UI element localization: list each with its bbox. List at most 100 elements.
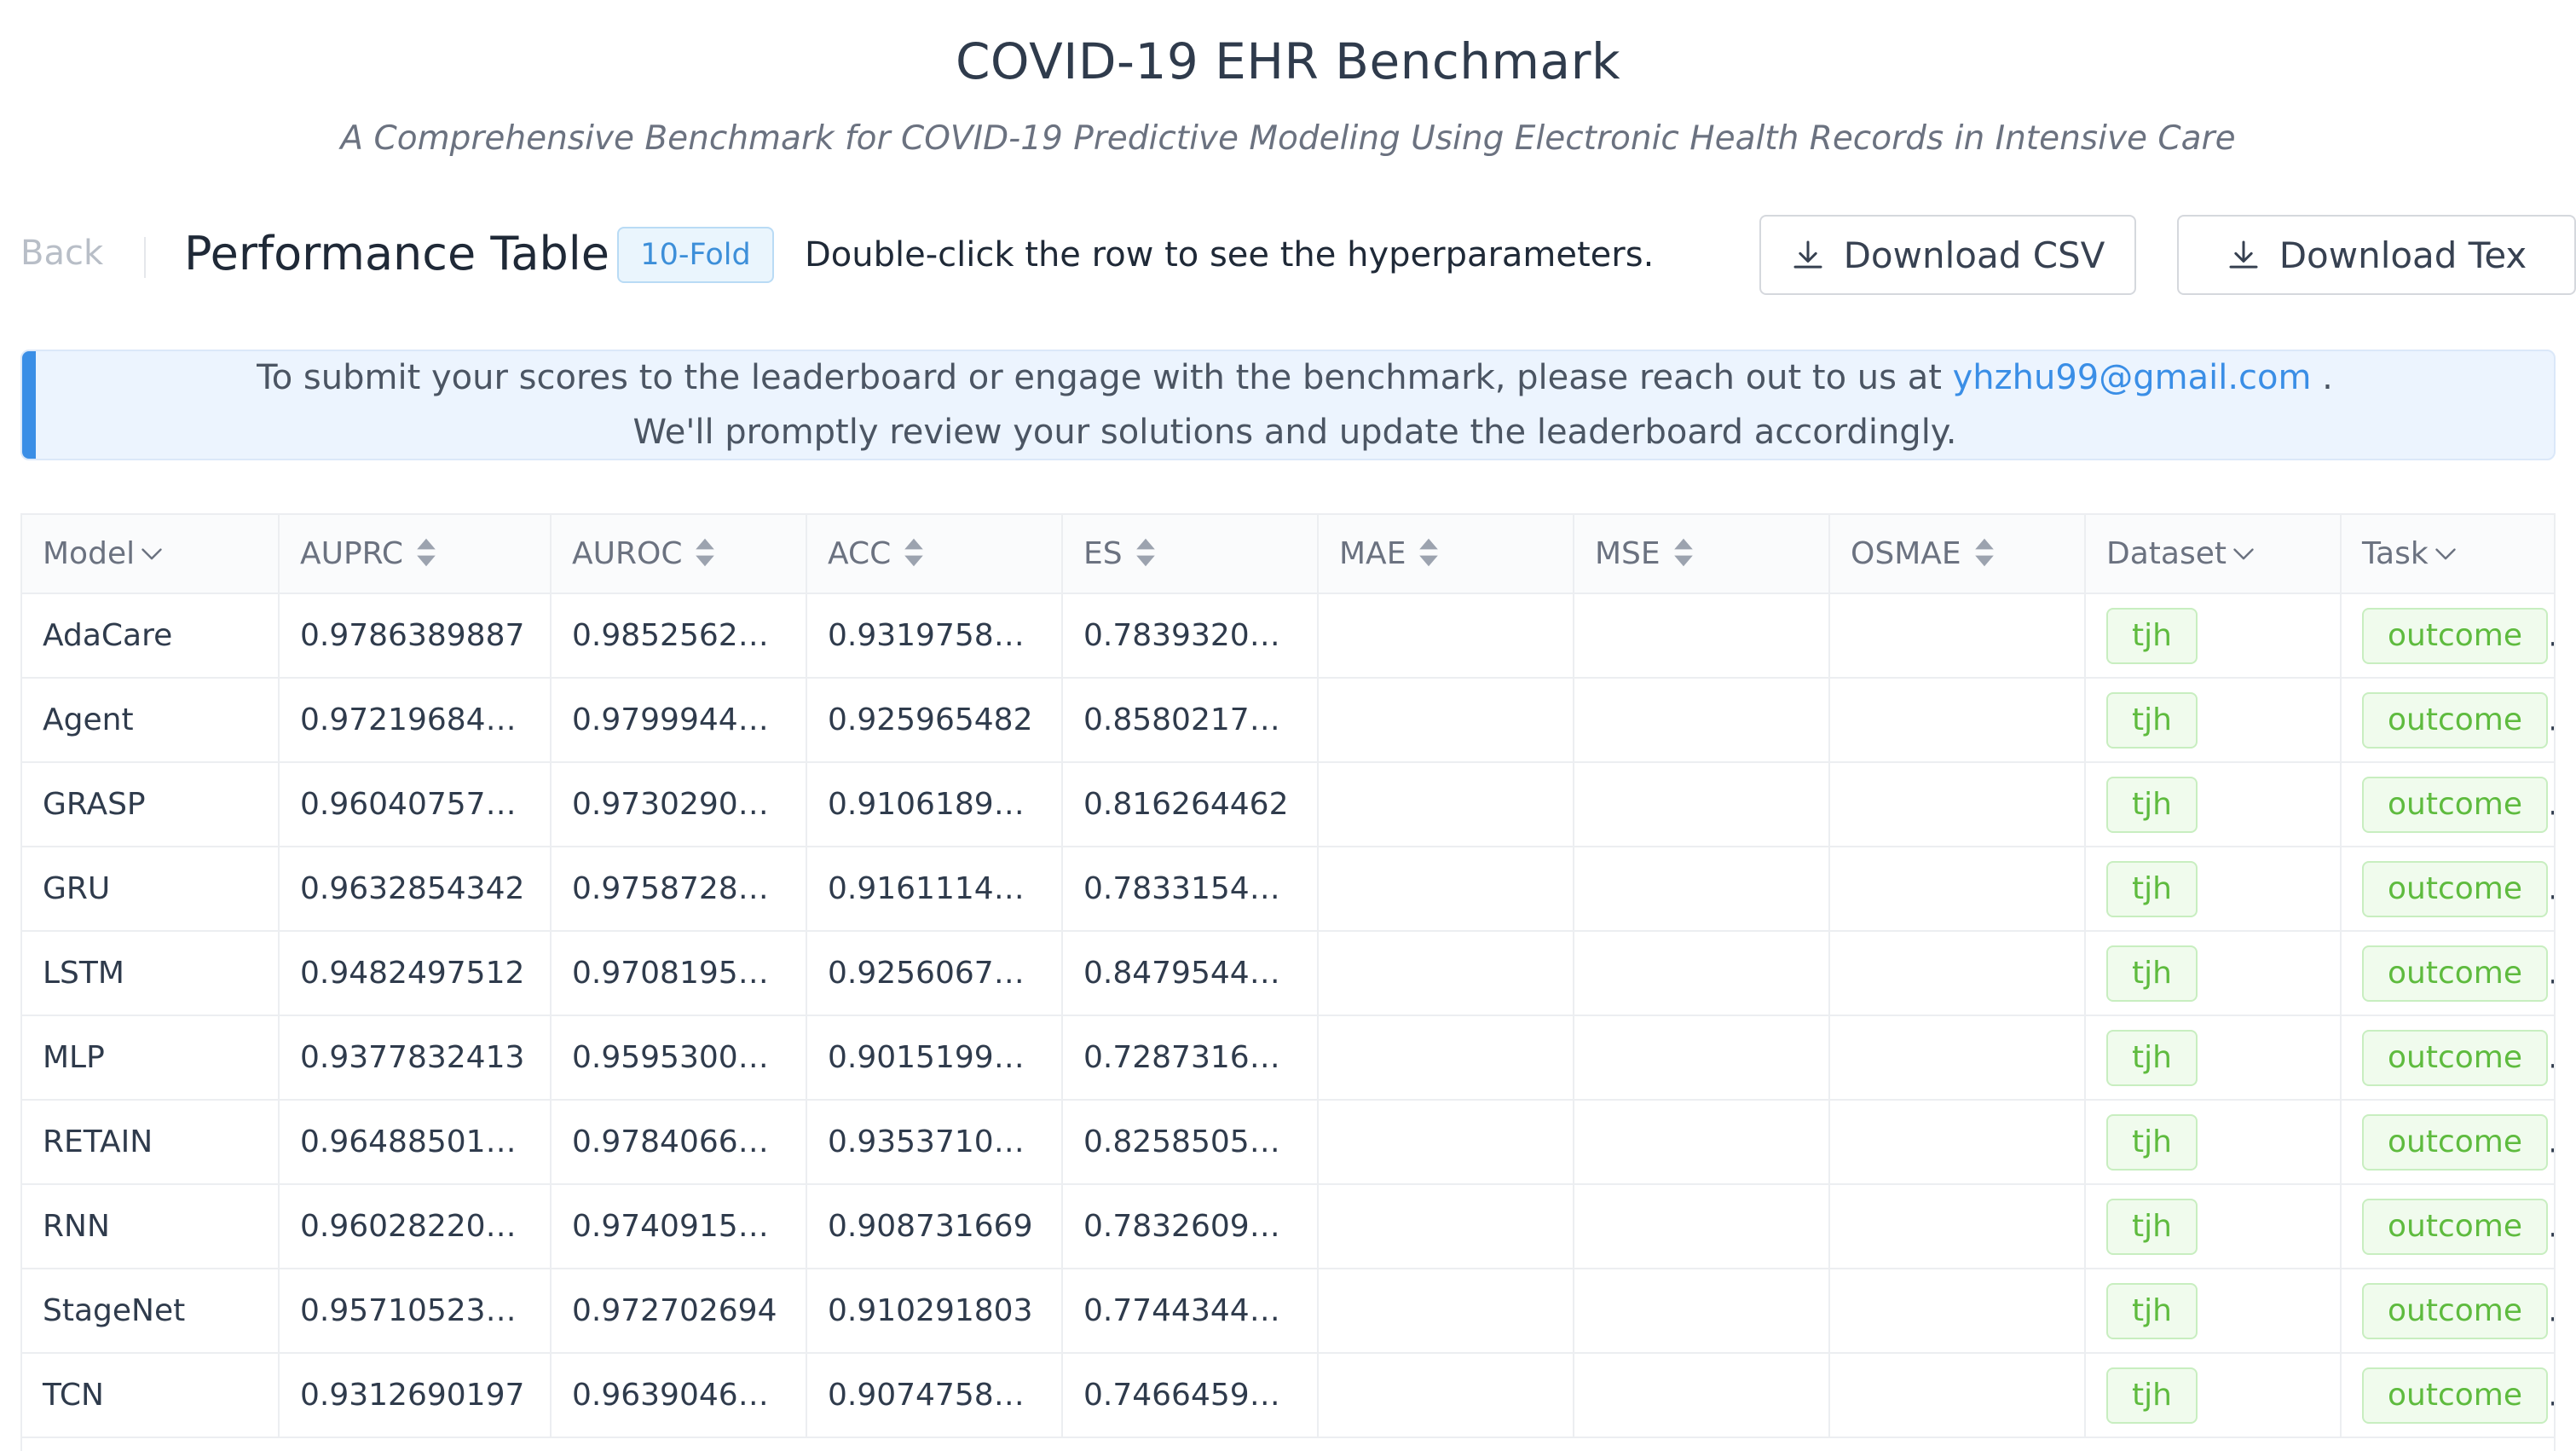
chevron-down-icon[interactable] xyxy=(2434,541,2458,565)
column-header-dataset[interactable]: Dataset xyxy=(2085,515,2342,594)
column-header-osmae[interactable]: OSMAE xyxy=(1829,515,2086,594)
sort-caret-icon[interactable] xyxy=(1418,537,1440,568)
dataset-tag: tjh xyxy=(2106,1113,2198,1171)
cell-model: AdaCare xyxy=(22,593,280,679)
column-header-mse[interactable]: MSE xyxy=(1574,515,1830,594)
cell-acc: 0.907475847... xyxy=(806,1353,1063,1438)
sort-caret-icon[interactable] xyxy=(415,537,437,568)
performance-table-title: Performance Table xyxy=(184,227,609,280)
cell-model: RNN xyxy=(22,1184,280,1269)
table-row[interactable]: MLP 0.9377832413 0.95953007... 0.9015199959… xyxy=(22,1015,2554,1101)
download-tex-button[interactable]: Download Tex xyxy=(2177,215,2576,295)
contact-email-link[interactable]: yhzhu99@gmail.com xyxy=(1953,358,2312,397)
cell-mse xyxy=(1574,593,1830,679)
toolbar-divider xyxy=(144,237,146,278)
notice-accent-bar xyxy=(22,351,36,459)
cell-dataset: tjh xyxy=(2085,1100,2342,1185)
table-row[interactable]: RNN 0.960282206... 0.974091505... 0.9087316… xyxy=(22,1184,2554,1269)
cell-osmae xyxy=(1829,678,2086,763)
cell-osmae xyxy=(1829,1100,2086,1185)
cell-es: 0.816264462 xyxy=(1062,762,1319,847)
cell-acc: 0.908731669 xyxy=(806,1184,1063,1269)
table-row[interactable]: GRU 0.9632854342 0.975872808... 0.916111409… xyxy=(22,847,2554,932)
task-tag: outcome xyxy=(2362,1282,2548,1339)
cell-task: outcome xyxy=(2341,678,2554,763)
page-subtitle: A Comprehensive Benchmark for COVID-19 P… xyxy=(340,119,2236,158)
table-row[interactable]: RETAIN 0.9648850143... 0.978406661... 0.935… xyxy=(22,1100,2554,1185)
cell-mse xyxy=(1574,847,1830,932)
cell-mae xyxy=(1318,847,1574,932)
column-header-label: OSMAE xyxy=(1851,536,1961,571)
table-row[interactable]: AdaCare 0.9786389887 0.98525629... 0.931975… xyxy=(22,593,2554,679)
cell-mae xyxy=(1318,1015,1574,1101)
cell-acc: 0.925965482 xyxy=(806,678,1063,763)
toolbar: Back Performance Table 10-Fold Double-cl… xyxy=(20,213,2576,298)
column-header-mae[interactable]: MAE xyxy=(1318,515,1574,594)
cell-es: 0.8580217808 xyxy=(1062,678,1319,763)
cell-auroc: 0.95953007... xyxy=(551,1015,807,1101)
cell-es: 0.78326098... xyxy=(1062,1184,1319,1269)
cell-model: StageNet xyxy=(22,1269,280,1354)
cell-task: outcome xyxy=(2341,762,2554,847)
cell-model: GRASP xyxy=(22,762,280,847)
download-tex-label: Download Tex xyxy=(2279,234,2527,276)
column-header-task[interactable]: Task xyxy=(2341,515,2554,594)
sort-caret-icon[interactable] xyxy=(694,537,716,568)
cell-dataset: tjh xyxy=(2085,1015,2342,1101)
cell-osmae xyxy=(1829,1269,2086,1354)
submission-notice: To submit your scores to the leaderboard… xyxy=(20,350,2556,460)
table-row[interactable]: GRASP 0.960407572... 0.97302908... 0.910618… xyxy=(22,762,2554,847)
column-header-auroc[interactable]: AUROC xyxy=(551,515,807,594)
cell-auprc: 0.960282206... xyxy=(279,1184,552,1269)
column-header-model[interactable]: Model xyxy=(22,515,280,594)
cell-mse xyxy=(1574,1353,1830,1438)
dataset-tag: tjh xyxy=(2106,691,2198,749)
notice-suffix: . xyxy=(2311,358,2333,397)
sort-caret-icon[interactable] xyxy=(1672,537,1695,568)
sort-caret-icon[interactable] xyxy=(1135,537,1157,568)
sort-caret-icon[interactable] xyxy=(903,537,925,568)
column-header-es[interactable]: ES xyxy=(1062,515,1319,594)
cell-mae xyxy=(1318,931,1574,1016)
notice-text: To submit your scores to the leaderboard… xyxy=(257,358,1942,397)
sort-caret-icon[interactable] xyxy=(1973,537,1996,568)
download-csv-button[interactable]: Download CSV xyxy=(1759,215,2136,295)
table-row[interactable]: Agent 0.9721968413... 0.979994475... 0.9259… xyxy=(22,678,2554,763)
fold-badge: 10-Fold xyxy=(617,227,774,283)
cell-acc: 0.9015199959 xyxy=(806,1015,1063,1101)
cell-osmae xyxy=(1829,1015,2086,1101)
cell-es: 0.847954467... xyxy=(1062,931,1319,1016)
cell-es: 0.7833154328 xyxy=(1062,847,1319,932)
back-link[interactable]: Back xyxy=(20,234,103,273)
dataset-tag: tjh xyxy=(2106,945,2198,1002)
cell-osmae xyxy=(1829,593,2086,679)
task-tag: outcome xyxy=(2362,776,2548,833)
cell-es: 0.7744344511... xyxy=(1062,1269,1319,1354)
cell-task: outcome xyxy=(2341,1015,2554,1101)
column-header-label: Task xyxy=(2362,536,2429,571)
dataset-tag: tjh xyxy=(2106,607,2198,664)
column-header-acc[interactable]: ACC xyxy=(806,515,1063,594)
cell-auprc: 0.9571052372... xyxy=(279,1269,552,1354)
cell-dataset: tjh xyxy=(2085,1184,2342,1269)
cell-model: MLP xyxy=(22,1015,280,1101)
cell-mae xyxy=(1318,762,1574,847)
cell-mse xyxy=(1574,1184,1830,1269)
cell-auprc: 0.9312690197 xyxy=(279,1353,552,1438)
cell-osmae xyxy=(1829,1353,2086,1438)
cell-mse xyxy=(1574,931,1830,1016)
table-row[interactable]: StageNet 0.9571052372... 0.972702694 0.9102… xyxy=(22,1269,2554,1354)
column-header-auprc[interactable]: AUPRC xyxy=(279,515,552,594)
cell-mae xyxy=(1318,593,1574,679)
chevron-down-icon[interactable] xyxy=(140,541,164,565)
page: COVID-19 EHR Benchmark A Comprehensive B… xyxy=(0,0,2576,1451)
cell-dataset: tjh xyxy=(2085,1269,2342,1354)
cell-auroc: 0.975872808... xyxy=(551,847,807,932)
task-tag: outcome xyxy=(2362,1367,2548,1424)
table-row[interactable]: TCN 0.9312690197 0.96390466... 0.907475847.… xyxy=(22,1353,2554,1438)
cell-auroc: 0.979994475... xyxy=(551,678,807,763)
cell-model: LSTM xyxy=(22,931,280,1016)
chevron-down-icon[interactable] xyxy=(2232,541,2255,565)
table-row[interactable]: LSTM 0.9482497512 0.970819514... 0.92560674… xyxy=(22,931,2554,1016)
cell-auroc: 0.970819514... xyxy=(551,931,807,1016)
